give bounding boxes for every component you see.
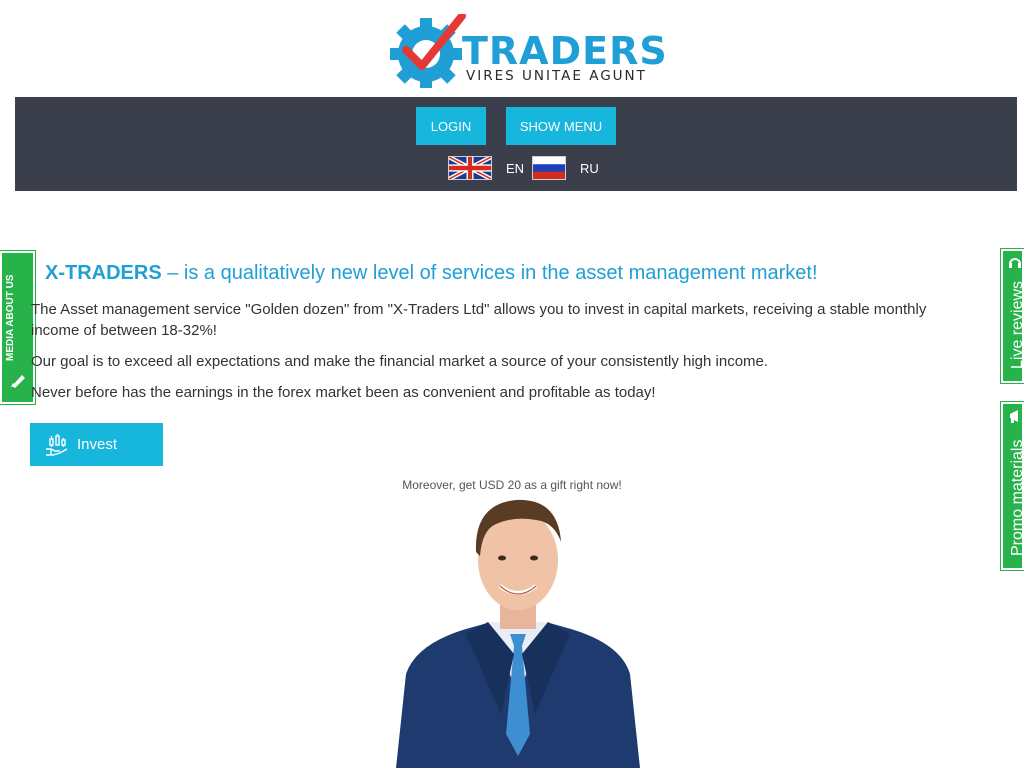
promo-materials-label: Promo materials [1009, 439, 1024, 556]
logo-tagline: VIRES UNITAE AGUNT [466, 68, 647, 84]
headset-icon [1009, 258, 1021, 268]
russia-flag-icon [532, 156, 566, 180]
language-ru-label: RU [580, 160, 599, 176]
businessman-photo [396, 499, 640, 768]
show-menu-button[interactable]: SHOW MENU [506, 107, 616, 145]
language-en[interactable]: EN [448, 156, 524, 180]
headline-text: – is a qualitatively new level of servic… [161, 262, 818, 284]
language-en-label: EN [506, 160, 525, 176]
pen-icon [11, 375, 25, 388]
login-button[interactable]: LOGIN [416, 107, 486, 145]
invest-hand-chart-icon [45, 433, 69, 456]
gift-text: Moreover, get USD 20 as a gift right now… [402, 478, 622, 492]
headline-brand: X-TRADERS [45, 262, 162, 284]
logo-text: TRADERS [462, 29, 668, 73]
uk-flag-icon [448, 156, 492, 180]
media-about-us-label: MEDIA ABOUT US [5, 274, 16, 361]
language-ru[interactable]: RU [532, 156, 599, 180]
live-reviews-tab[interactable]: Live reviews [1001, 249, 1024, 383]
invest-label: Invest [77, 436, 118, 453]
media-about-us-tab[interactable]: MEDIA ABOUT US [0, 251, 35, 404]
top-bar: LOGIN SHOW MENU EN RU [15, 97, 1017, 191]
intro-paragraph: The Asset management service "Golden doz… [31, 301, 927, 339]
page-headline: X-TRADERS – is a qualitatively new level… [45, 262, 818, 285]
gear-check-icon [390, 14, 466, 88]
megaphone-icon [1010, 410, 1018, 423]
goal-paragraph: Our goal is to exceed all expectations a… [31, 353, 769, 370]
invest-button[interactable]: Invest [30, 423, 163, 466]
earnings-paragraph: Never before has the earnings in the for… [31, 384, 656, 401]
site-logo[interactable]: TRADERS VIRES UNITAE AGUNT [388, 14, 667, 88]
live-reviews-label: Live reviews [1009, 280, 1024, 369]
